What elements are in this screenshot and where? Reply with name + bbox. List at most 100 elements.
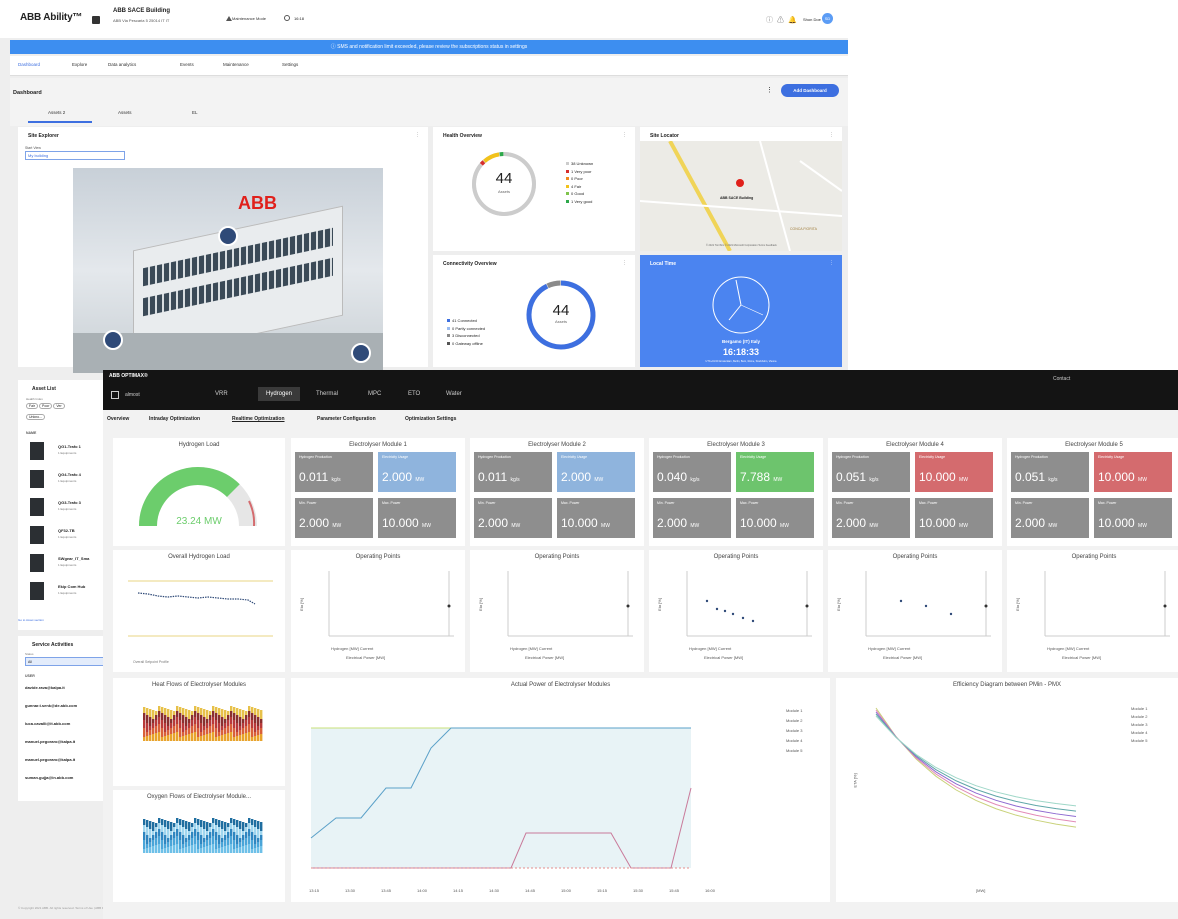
map-pin-icon[interactable]	[736, 179, 744, 187]
operating-point	[705, 599, 709, 603]
subtab-intraday[interactable]: Intraday Optimization	[149, 416, 200, 422]
flow-bar	[218, 835, 221, 844]
flow-bar	[239, 726, 242, 730]
flow-bar	[164, 723, 167, 732]
legend-item: 0 Poor	[566, 175, 593, 183]
flow-bar	[194, 844, 197, 853]
more-icon[interactable]: ⋮	[415, 132, 420, 138]
chip-poor[interactable]: Poor	[39, 403, 53, 409]
subtab-parameter[interactable]: Parameter Configuration	[317, 416, 376, 422]
maintenance-mode[interactable]: Maintenance Mode	[232, 16, 266, 21]
health-total: 44	[495, 170, 513, 187]
legend-item: 41 Connected	[447, 317, 485, 325]
nav-maintenance[interactable]: Maintenance	[223, 62, 249, 67]
nav-events[interactable]: Events	[180, 62, 194, 67]
flow-bar	[179, 728, 182, 737]
tab-mpc[interactable]: MPC	[368, 391, 381, 397]
flow-bar	[194, 732, 197, 741]
asset-equipments: 1 Equipments	[58, 507, 77, 511]
current-point	[1163, 604, 1167, 608]
health-index-label: Health Index	[26, 397, 43, 401]
header-icons[interactable]: ⓘ⚠🔔	[766, 15, 801, 25]
tab-hydrogen[interactable]: Hydrogen	[258, 387, 301, 401]
user-row[interactable]: davide.rava@kalpa.it	[25, 685, 65, 690]
flow-bar	[245, 715, 248, 720]
nav-explore[interactable]: Explore	[72, 62, 87, 67]
building-name[interactable]: ABB SACE Building	[113, 8, 170, 14]
chip-unknown[interactable]: Unkno...	[26, 414, 46, 420]
tab-el[interactable]: EL	[192, 110, 198, 115]
flow-bar	[188, 710, 191, 719]
add-dashboard-button[interactable]: Add Dashboard	[781, 84, 839, 97]
flow-bar	[191, 832, 194, 838]
more-icon[interactable]: ⋮	[829, 260, 834, 266]
tile-max: Max. Power 10.000 MW	[736, 498, 814, 538]
flow-bar	[212, 717, 215, 724]
nav-settings[interactable]: Settings	[282, 62, 298, 67]
asset-name: SWgear_IT_Sma	[58, 556, 90, 561]
tile-label: Min. Power	[478, 501, 496, 505]
notification-banner[interactable]: ⓘ SMS and notification limit exceeded, p…	[10, 40, 848, 54]
legend-current: Current	[1075, 646, 1090, 651]
asset-name: QG1-Trafo 1	[58, 444, 81, 449]
nav-dashboard[interactable]: Dashboard	[18, 62, 40, 67]
legend-item: Module 1	[1131, 706, 1148, 711]
go-to-assets-link[interactable]: Go to Asset section	[18, 618, 44, 622]
tab-assets[interactable]: Assets	[118, 110, 132, 115]
user-row[interactable]: luca.cavalli@it.abb.com	[25, 721, 70, 726]
asset-hotspot[interactable]	[351, 343, 371, 363]
asset-equipments: 1 Equipments	[58, 451, 77, 455]
op-legend: Hydrogen [MW] Current	[331, 646, 373, 651]
tab-thermal[interactable]: Thermal	[316, 391, 338, 397]
asset-hotspot[interactable]	[218, 226, 238, 246]
flow-bar	[167, 838, 170, 842]
tab-water[interactable]: Water	[446, 391, 462, 397]
tab-assets-2[interactable]: Assets 2	[48, 110, 65, 115]
nav-data-analytics[interactable]: Data analytics	[108, 62, 136, 67]
subtab-realtime[interactable]: Realtime Optimization	[232, 416, 285, 422]
building-icon	[92, 16, 100, 24]
notification-text: SMS and notification limit exceeded, ple…	[337, 44, 528, 50]
flow-bar	[143, 849, 146, 853]
tile-value: 2.000	[382, 470, 413, 484]
more-icon[interactable]: ⋮	[622, 260, 627, 266]
flow-bar	[251, 720, 254, 728]
oxygen-flows-widget: Oxygen Flows of Electrolyser Module...	[113, 790, 285, 902]
asset-hotspot[interactable]	[103, 330, 123, 350]
tab-eto[interactable]: ETO	[408, 391, 420, 397]
user-row[interactable]: gunnar.t.senk@de.abb.com	[25, 703, 77, 708]
flow-bar	[224, 719, 227, 723]
flow-bar	[242, 840, 245, 846]
avatar[interactable]: SD	[822, 13, 833, 24]
flow-bar	[227, 823, 230, 827]
subtab-optimization-settings[interactable]: Optimization Settings	[405, 416, 456, 422]
start-view-select[interactable]: My building	[25, 151, 125, 160]
asset-equipments: 1 Equipments	[58, 535, 77, 539]
chip-fair[interactable]: Fair	[26, 403, 39, 409]
contact-link[interactable]: Contact	[1053, 376, 1070, 382]
optimax-logo: ABB OPTIMAX®	[109, 373, 148, 379]
user-name[interactable]: Shon Doe	[803, 17, 821, 22]
chip-very[interactable]: Ver	[53, 403, 65, 409]
operating-points-widget: Operating Points Eta [%] Hydrogen [MW] Cur…	[291, 550, 465, 672]
legend-item: Module 2	[1131, 714, 1148, 719]
cabinet-icon	[30, 470, 44, 488]
tab-vrr[interactable]: VRR	[215, 391, 228, 397]
more-icon[interactable]: ⋮	[622, 132, 627, 138]
flow-bar	[149, 709, 152, 717]
legend-label: 0 Gateway offline	[452, 340, 483, 346]
x-tick: 14:15	[453, 888, 464, 893]
more-icon[interactable]: ⋮	[766, 86, 773, 94]
legend-hydrogen: Hydrogen [MW]	[331, 646, 359, 651]
subtab-overview[interactable]: Overview	[107, 416, 129, 422]
app-logo[interactable]: ABB Ability™	[20, 12, 82, 23]
user-row[interactable]: manuel.pegoraro@kalpa.it	[25, 757, 75, 762]
more-icon[interactable]: ⋮	[829, 132, 834, 138]
user-row[interactable]: suman.gujja@in.abb.com	[25, 775, 73, 780]
x-tick: 13:15	[309, 888, 320, 893]
user-row[interactable]: manuel.pegoraro@kalpa.it	[25, 739, 75, 744]
op-xlabel: Electrical Power [MW]	[346, 655, 386, 660]
filter-chips[interactable]: Fair Poor Ver	[26, 403, 65, 409]
site-name[interactable]: almost	[125, 392, 140, 398]
status-select[interactable]: All	[25, 657, 105, 666]
